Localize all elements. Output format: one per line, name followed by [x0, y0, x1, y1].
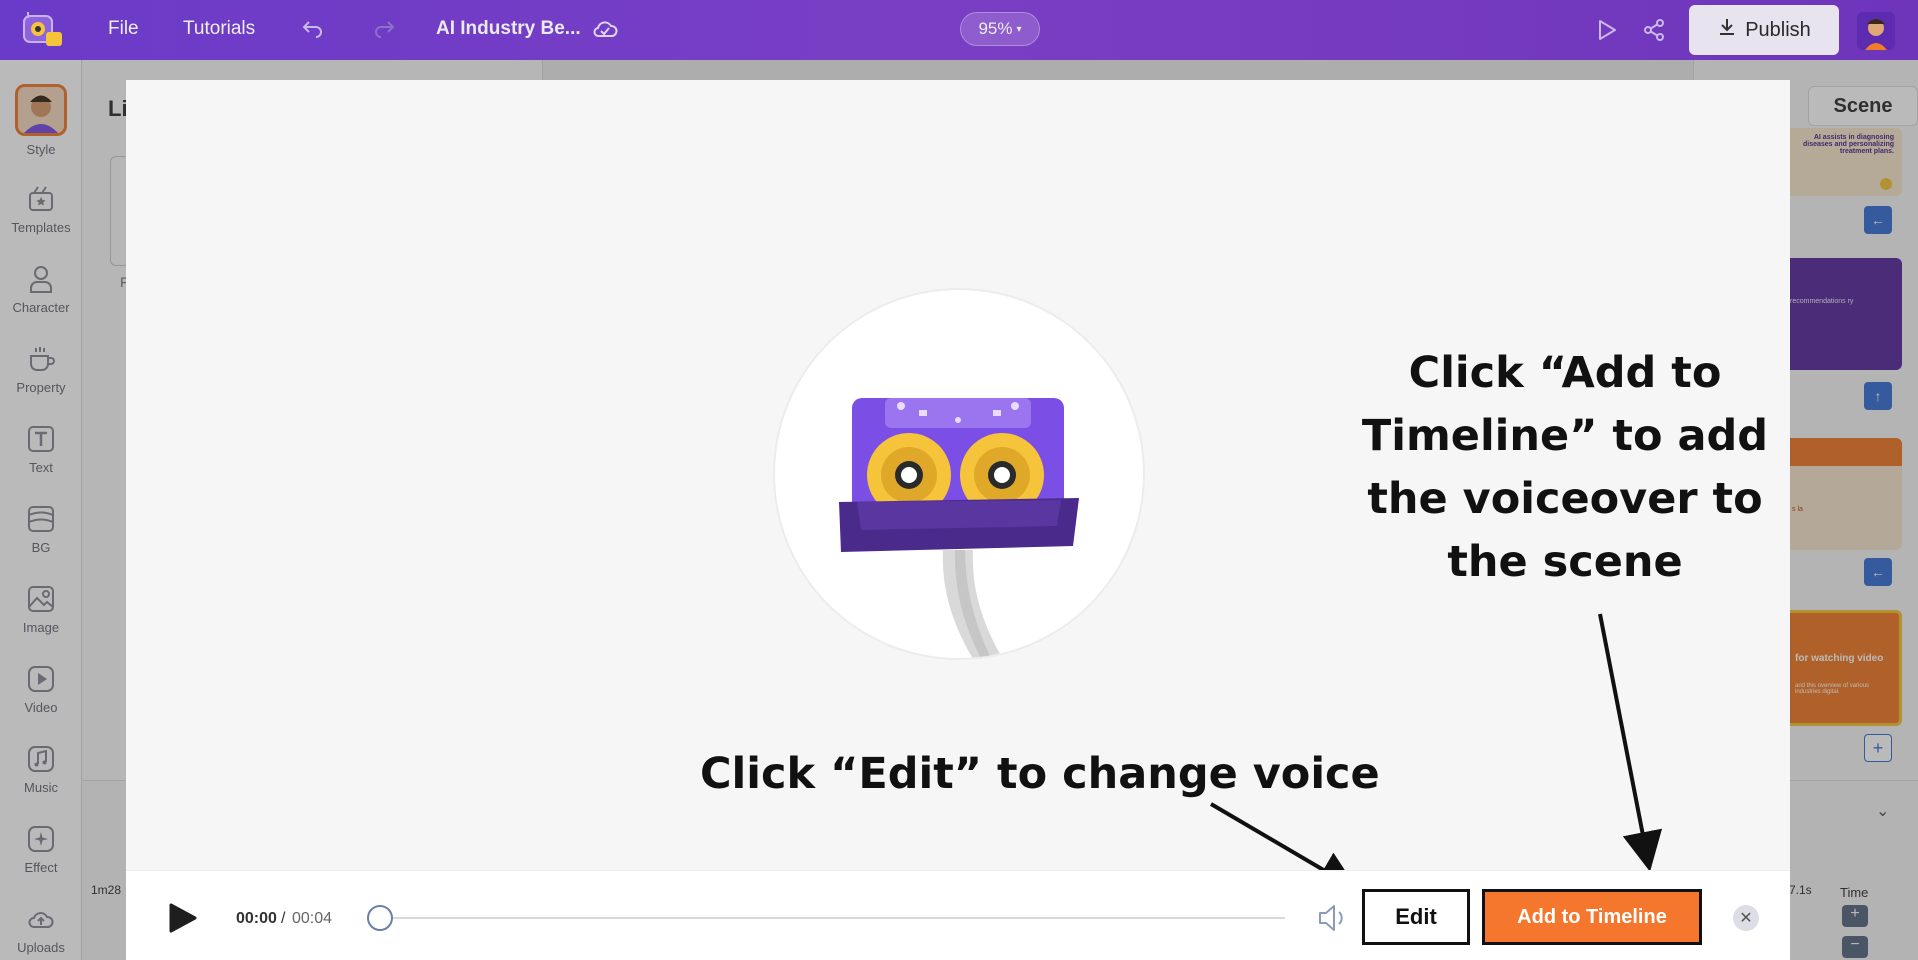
cassette-illustration: [775, 290, 1143, 658]
cloud-saved-icon: [592, 18, 618, 42]
zoom-value: 95%: [978, 19, 1013, 38]
download-icon: [1717, 17, 1737, 43]
project-title[interactable]: AI Industry Be...: [436, 18, 581, 40]
current-time: 00:00: [236, 910, 277, 927]
annotation-add-to-timeline: Click “Add to Timeline” to add the voice…: [1361, 348, 1769, 587]
seek-bar[interactable]: [380, 917, 1285, 919]
publish-button[interactable]: Publish: [1689, 5, 1839, 55]
annotation-edit: Click “Edit” to change voice: [700, 749, 1380, 799]
app-logo-icon[interactable]: [22, 10, 66, 50]
publish-label: Publish: [1745, 18, 1811, 41]
preview-play-icon[interactable]: [1596, 18, 1620, 42]
user-avatar[interactable]: [1857, 12, 1895, 50]
redo-icon[interactable]: [372, 16, 396, 40]
zoom-dropdown[interactable]: 95% ▾: [960, 12, 1040, 46]
add-to-timeline-button[interactable]: Add to Timeline: [1482, 889, 1702, 945]
undo-icon[interactable]: [301, 16, 325, 40]
play-icon[interactable]: [166, 902, 198, 934]
time-separator: /: [281, 910, 286, 927]
seek-handle[interactable]: [367, 905, 393, 931]
chevron-down-icon: ▾: [1016, 23, 1022, 35]
volume-icon[interactable]: [1316, 901, 1350, 935]
top-bar: File Tutorials AI Industry Be... 95% ▾ P…: [0, 0, 1918, 60]
tutorials-menu[interactable]: Tutorials: [183, 18, 255, 40]
close-icon[interactable]: ✕: [1733, 905, 1759, 931]
total-time: 00:04: [292, 910, 333, 927]
file-menu[interactable]: File: [108, 18, 139, 40]
edit-button[interactable]: Edit: [1362, 889, 1470, 945]
share-icon[interactable]: [1642, 18, 1666, 42]
